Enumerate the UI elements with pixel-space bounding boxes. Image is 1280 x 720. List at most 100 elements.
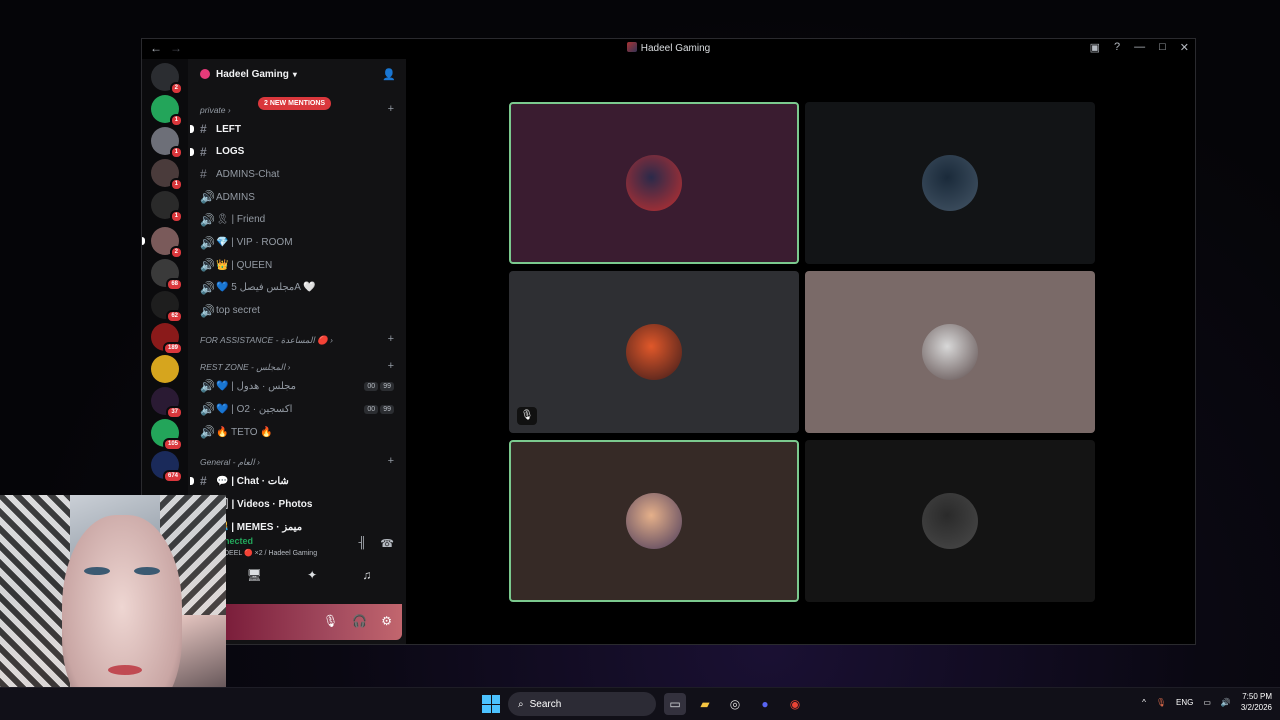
screen-share-icon[interactable]: 🖥 <box>247 568 262 582</box>
server-header[interactable]: Hadeel Gaming ▾ <box>188 59 406 89</box>
channel-name: 💙 | مجلس · هدول <box>216 380 296 392</box>
steam-icon[interactable]: ◎ <box>724 693 746 715</box>
channel-name: ADMINS-Chat <box>216 168 280 180</box>
close-icon[interactable]: ✕ <box>1180 41 1189 54</box>
text-channel[interactable]: #🖼 | Videos · Photos <box>190 494 398 514</box>
hashtag-icon: # <box>200 474 207 488</box>
voice-channel[interactable]: 🔊 💙 | مجلس · هدول 00 99 <box>200 376 398 396</box>
server-icon[interactable]: 2 <box>151 227 183 259</box>
voice-channel[interactable]: 🔊 🎗 | Friend <box>200 210 398 230</box>
discord-home-icon[interactable]: 2 <box>151 63 183 95</box>
new-mentions-badge[interactable]: 2 NEW MENTIONS <box>258 97 332 110</box>
text-channel[interactable]: # ADMINS-Chat <box>200 164 398 184</box>
server-icon[interactable] <box>151 355 179 383</box>
server-icon[interactable]: 105 <box>151 419 183 451</box>
windows-start-icon[interactable] <box>482 695 500 713</box>
voice-channel[interactable]: 🔊 💙 | O2 · اكسجين 00 99 <box>200 399 398 419</box>
category-assistance[interactable]: FOR ASSISTANCE - المساعدة 🔴 › <box>200 335 333 346</box>
noise-suppression-icon[interactable]: ╢ <box>359 537 367 550</box>
activities-icon[interactable]: ✦ <box>307 568 317 582</box>
voice-channel[interactable]: 🔊 ADMINS <box>200 187 398 207</box>
voice-channel[interactable]: 🔊 top secret <box>200 301 398 321</box>
discord-icon[interactable]: ● <box>754 693 776 715</box>
file-explorer-icon[interactable]: ▰ <box>694 693 716 715</box>
unread-badge: 2 <box>169 246 183 259</box>
volume-icon[interactable]: 🔊 <box>1221 698 1231 707</box>
server-icon[interactable]: 1 <box>151 127 183 159</box>
category-private[interactable]: private › <box>200 105 231 115</box>
voice-stage: 🎙 <box>406 59 1195 644</box>
inbox-icon[interactable]: ▣ <box>1090 41 1100 54</box>
avatar <box>922 493 978 549</box>
unread-indicator <box>190 477 194 485</box>
server-icon[interactable]: 674 <box>151 451 183 483</box>
soundboard-icon[interactable]: ♫ <box>362 568 371 582</box>
unread-badge: 2 <box>169 82 183 95</box>
add-channel-icon[interactable]: + <box>388 360 394 372</box>
language-indicator[interactable]: ENG <box>1176 698 1193 707</box>
text-channel[interactable]: # LEFT <box>190 119 398 139</box>
avatar <box>922 155 978 211</box>
channel-name: 🔥 TETO 🔥 <box>216 426 273 438</box>
minimize-icon[interactable]: — <box>1134 41 1145 54</box>
discord-window: ← → Hadeel Gaming ▣ ? — □ ✕ 2 1 1 1 1 2 68 62 189… <box>141 38 1196 645</box>
server-icon <box>626 42 637 52</box>
network-icon[interactable]: ▭ <box>1203 698 1211 707</box>
server-icon[interactable]: 37 <box>151 387 183 419</box>
taskbar-apps: ⌕ Search ▭ ▰ ◎ ● ◉ <box>482 692 806 716</box>
channel-name: 💬 | Chat · شات <box>216 475 289 487</box>
category-general[interactable]: General - العام › <box>200 457 260 468</box>
task-view-icon[interactable]: ▭ <box>664 693 686 715</box>
title-bar: ← → Hadeel Gaming ▣ ? — □ ✕ <box>142 39 1195 59</box>
server-icon[interactable]: 68 <box>151 259 183 291</box>
voice-channel[interactable]: 🔊 🔥 TETO 🔥 <box>200 422 398 442</box>
taskbar-search[interactable]: ⌕ Search <box>508 692 656 716</box>
speaker-icon: 🔊 <box>200 402 215 416</box>
unread-badge: 189 <box>162 342 183 355</box>
gear-icon[interactable]: ⚙ <box>381 614 392 628</box>
avatar <box>626 155 682 211</box>
add-channel-icon[interactable]: + <box>388 333 394 345</box>
hashtag-icon: # <box>200 144 207 159</box>
disconnect-icon[interactable]: ☎ <box>380 537 394 550</box>
voice-user-limit: 00 99 <box>364 381 394 391</box>
add-channel-icon[interactable]: + <box>388 455 394 467</box>
text-channel[interactable]: # LOGS <box>190 142 398 162</box>
server-icon[interactable]: 62 <box>151 291 183 323</box>
text-channel[interactable]: #😹 | MEMES · ميمز <box>190 517 398 537</box>
clock[interactable]: 7:50 PM 3/2/2026 <box>1241 691 1272 713</box>
microphone-icon[interactable]: 🎙 <box>1156 698 1166 707</box>
unread-badge: 1 <box>169 114 183 127</box>
tile-participant-4[interactable] <box>805 271 1095 433</box>
voice-channel[interactable]: 🔊 💎 | VIP · ROOM <box>200 233 398 253</box>
add-channel-icon[interactable]: + <box>388 103 394 115</box>
tile-participant-5[interactable] <box>509 440 799 602</box>
unread-badge: 105 <box>162 438 183 451</box>
unread-badge: 1 <box>169 146 183 159</box>
tile-participant-1[interactable] <box>509 102 799 264</box>
server-icon[interactable]: 1 <box>151 95 183 127</box>
voice-panel-actions: ╢ ☎ <box>359 537 395 550</box>
category-rest-zone[interactable]: REST ZONE - المجلس › <box>200 362 290 373</box>
server-icon[interactable]: 1 <box>151 191 183 223</box>
microphone-icon[interactable]: 🎙 <box>323 614 338 628</box>
tile-participant-3[interactable]: 🎙 <box>509 271 799 433</box>
headphones-icon[interactable]: 🎧 <box>352 614 367 628</box>
channel-name: 💙 | O2 · اكسجين <box>216 403 293 415</box>
chevron-up-icon[interactable]: ^ <box>1142 698 1146 707</box>
channel-name: 🎗 | Friend <box>216 214 266 226</box>
channel-name: LOGS <box>216 146 245 158</box>
tile-participant-2[interactable] <box>805 102 1095 264</box>
voice-channel[interactable]: 🔊 👑 | QUEEN <box>200 255 398 275</box>
help-icon[interactable]: ? <box>1114 41 1120 54</box>
maximize-icon[interactable]: □ <box>1159 41 1166 54</box>
server-icon[interactable]: 1 <box>151 159 183 191</box>
add-user-icon[interactable]: 👤 <box>382 68 396 81</box>
voice-channel-info[interactable]: DEEL 🔴 ×2 / Hadeel Gaming <box>224 549 317 557</box>
voice-channel[interactable]: 🔊 💙 مجلس فيصل 5A 🤍 <box>200 278 398 298</box>
text-channel[interactable]: # 💬 | Chat · شات <box>190 471 398 491</box>
channel-name: 💙 مجلس فيصل 5A 🤍 <box>216 282 316 294</box>
tile-participant-6[interactable] <box>805 440 1095 602</box>
server-icon[interactable]: 189 <box>151 323 183 355</box>
chrome-icon[interactable]: ◉ <box>784 693 806 715</box>
